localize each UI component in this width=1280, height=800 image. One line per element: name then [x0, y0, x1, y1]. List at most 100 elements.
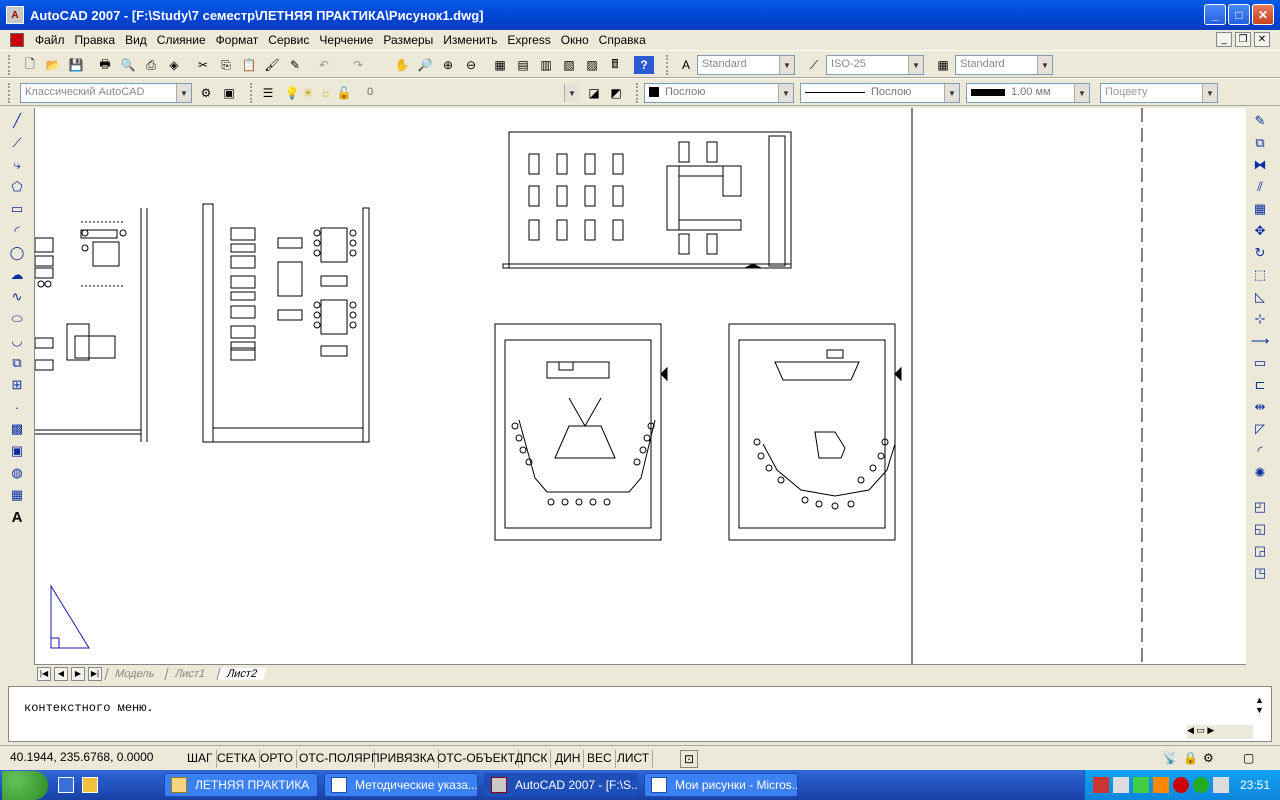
make-block-icon[interactable]: ⊞	[6, 374, 28, 396]
plot-icon[interactable]: 🖶	[95, 56, 115, 74]
plot-preview-icon[interactable]: 🔍	[118, 56, 138, 74]
grid-toggle[interactable]: СЕТКА	[214, 750, 260, 768]
menu-format[interactable]: Формат	[211, 33, 264, 47]
tray-volume-icon[interactable]	[1213, 777, 1229, 793]
break-icon[interactable]: ⊏	[1248, 374, 1272, 396]
copy-icon[interactable]: ⎘	[216, 56, 236, 74]
multiline-text-icon[interactable]: A	[6, 506, 28, 528]
explode-icon[interactable]: ✺	[1248, 462, 1272, 484]
extend-icon[interactable]: ⟶	[1248, 330, 1272, 352]
tab-first-button[interactable]: |◀	[37, 666, 51, 681]
table-style-icon[interactable]: ▦	[933, 56, 953, 74]
gradient-icon[interactable]: ▣	[6, 440, 28, 462]
draworder-back-icon[interactable]: ◱	[1248, 518, 1272, 540]
undo-icon[interactable]: ↶	[314, 56, 334, 74]
lineweight-select[interactable]: 1.00 мм ▼	[966, 83, 1090, 103]
menu-dimension[interactable]: Размеры	[378, 33, 438, 47]
table-icon[interactable]: ▦	[6, 484, 28, 506]
toolbar-grip[interactable]	[8, 83, 12, 103]
polyline-icon[interactable]: ⤷	[6, 154, 28, 176]
ellipse-arc-icon[interactable]: ◡	[6, 330, 28, 352]
region-icon[interactable]: ◍	[6, 462, 28, 484]
fillet-icon[interactable]: ◜	[1248, 440, 1272, 462]
tray-settings-icon[interactable]: ⚙	[1200, 750, 1217, 768]
tray-language-icon[interactable]	[1113, 777, 1129, 793]
layer-previous-icon[interactable]: ◩	[606, 84, 626, 102]
menu-view[interactable]: Вид	[120, 33, 152, 47]
save-icon[interactable]: 💾	[66, 56, 86, 74]
color-select[interactable]: Послою ▼	[644, 83, 794, 103]
text-style-icon[interactable]: A	[676, 56, 696, 74]
zoom-window-icon[interactable]: ⊕	[438, 56, 458, 74]
new-icon[interactable]: 🗋	[20, 56, 40, 74]
cut-icon[interactable]: ✂	[193, 56, 213, 74]
task-button-word-guide[interactable]: Методические указа...	[324, 773, 478, 797]
menu-merge[interactable]: Слияние	[152, 33, 211, 47]
menu-edit[interactable]: Правка	[70, 33, 121, 47]
command-window[interactable]: контекстного меню. ◀ ▭ ▶ ▲ ▼	[8, 686, 1272, 742]
break-at-point-icon[interactable]: ▭	[1248, 352, 1272, 374]
document-icon[interactable]	[10, 33, 24, 47]
offset-icon[interactable]: ⫽	[1248, 176, 1272, 198]
communication-center-icon[interactable]: 📡	[1160, 750, 1181, 768]
erase-icon[interactable]: ✎	[1248, 110, 1272, 132]
menu-window[interactable]: Окно	[556, 33, 594, 47]
tray-antivirus-icon[interactable]	[1133, 777, 1149, 793]
tray-opera-icon[interactable]	[1173, 777, 1189, 793]
design-center-icon[interactable]: ▤	[513, 56, 533, 74]
menu-file[interactable]: Файл	[30, 33, 70, 47]
menu-help[interactable]: Справка	[594, 33, 651, 47]
menu-modify[interactable]: Изменить	[438, 33, 502, 47]
insert-block-icon[interactable]: ⧉	[6, 352, 28, 374]
help-icon[interactable]: ?	[634, 56, 654, 74]
paper-toggle[interactable]: ЛИСТ	[614, 750, 654, 768]
otrack-toggle[interactable]: ОТС-ОБЪЕКТ	[434, 750, 519, 768]
circle-icon[interactable]: ◯	[6, 242, 28, 264]
draworder-under-icon[interactable]: ◳	[1248, 562, 1272, 584]
mirror-icon[interactable]: ⧓	[1248, 154, 1272, 176]
lwt-toggle[interactable]: ВЕС	[584, 750, 616, 768]
workspace-save-icon[interactable]: ▣	[219, 84, 239, 102]
task-button-autocad[interactable]: AutoCAD 2007 - [F:\S...	[484, 773, 638, 797]
doc-close-button[interactable]: ✕	[1254, 32, 1270, 47]
toolbar-grip[interactable]	[666, 55, 670, 75]
sheet-set-icon[interactable]: ▧	[559, 56, 579, 74]
move-icon[interactable]: ✥	[1248, 220, 1272, 242]
tab-model[interactable]: Модель	[104, 667, 165, 680]
close-button[interactable]: ✕	[1252, 4, 1274, 25]
tray-status-icon[interactable]	[1193, 777, 1209, 793]
doc-restore-button[interactable]: ❐	[1235, 32, 1251, 47]
minimize-button[interactable]: _	[1204, 4, 1226, 25]
line-icon[interactable]: ╱	[6, 110, 28, 132]
quicklaunch-save-icon[interactable]	[58, 777, 74, 793]
osnap-toggle[interactable]: ПРИВЯЗКА	[368, 750, 439, 768]
match-properties-icon[interactable]: 🖌	[262, 56, 282, 74]
rotate-icon[interactable]: ↻	[1248, 242, 1272, 264]
tab-layout1[interactable]: Лист1	[164, 667, 216, 680]
arc-icon[interactable]: ◜	[6, 220, 28, 242]
maximize-button[interactable]: □	[1228, 4, 1250, 25]
calculator-icon[interactable]: 🖩	[605, 56, 625, 74]
text-style-select[interactable]: Standard ▼	[697, 55, 795, 75]
linetype-select[interactable]: Послою ▼	[800, 83, 960, 103]
open-icon[interactable]: 📂	[43, 56, 63, 74]
copy-object-icon[interactable]: ⧉	[1248, 132, 1272, 154]
properties-icon[interactable]: ▦	[490, 56, 510, 74]
chamfer-icon[interactable]: ◸	[1248, 418, 1272, 440]
spline-icon[interactable]: ∿	[6, 286, 28, 308]
taskbar-clock[interactable]: 23:51	[1240, 778, 1270, 792]
construction-line-icon[interactable]: ⟋	[6, 132, 28, 154]
table-style-select[interactable]: Standard ▼	[955, 55, 1053, 75]
zoom-realtime-icon[interactable]: 🔎	[415, 56, 435, 74]
trim-icon[interactable]: ⊹	[1248, 308, 1272, 330]
command-horizontal-scrollbar[interactable]: ◀ ▭ ▶	[1187, 725, 1253, 739]
markup-icon[interactable]: ▨	[582, 56, 602, 74]
ducs-toggle[interactable]: ДПСК	[512, 750, 552, 768]
hatch-icon[interactable]: ▩	[6, 418, 28, 440]
snap-toggle[interactable]: ШАГ	[184, 750, 217, 768]
tray-update-icon[interactable]	[1153, 777, 1169, 793]
task-button-word-pictures[interactable]: Мои рисунки - Micros...	[644, 773, 798, 797]
menu-tools[interactable]: Сервис	[263, 33, 314, 47]
pan-icon[interactable]: ✋	[392, 56, 412, 74]
publish-icon[interactable]: ⎙	[141, 56, 161, 74]
